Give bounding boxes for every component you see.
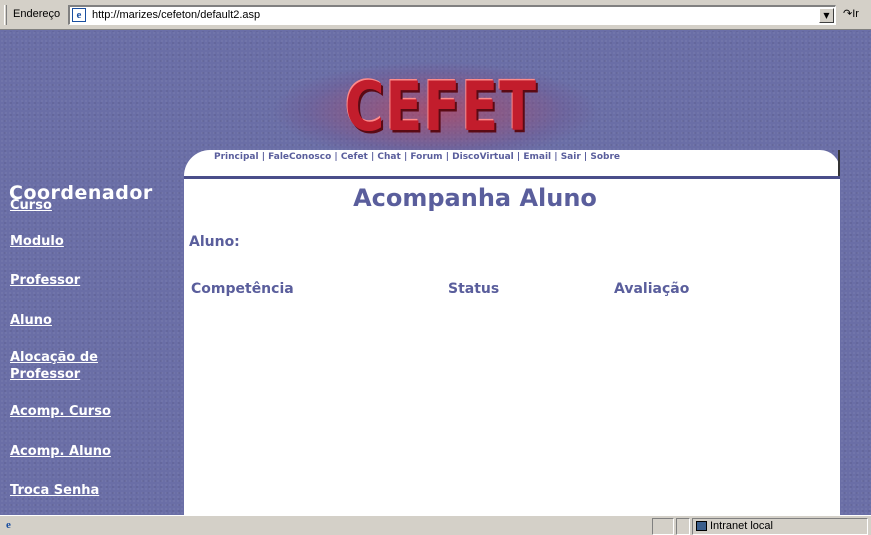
column-header-competencia: Competência [191,281,294,297]
address-url[interactable]: http://marizes/cefeton/default2.asp [92,9,260,21]
nav-link-sobre[interactable]: Sobre [590,152,620,162]
page-title: Acompanha Aluno [353,184,597,212]
sidebar-item-acomp-aluno[interactable]: Acomp. Aluno [10,443,111,460]
go-label: Ir [852,8,859,20]
address-bar: Endereço e http://marizes/cefeton/defaul… [0,0,871,30]
ie-status-icon: e [6,519,11,531]
sidebar-item-alocacao-professor[interactable]: Alocação de Professor [10,349,140,383]
ie-page-icon: e [72,8,86,22]
aluno-label: Aluno: [189,234,240,250]
status-cell [676,518,690,535]
address-dropdown-icon[interactable]: ▼ [819,8,834,23]
status-zone-text: Intranet local [710,520,773,532]
nav-link-email[interactable]: Email [523,152,551,162]
address-label: Endereço [13,8,61,20]
address-field[interactable]: e http://marizes/cefeton/default2.asp ▼ [68,5,836,25]
sidebar-item-aluno[interactable]: Aluno [10,312,52,329]
nav-link-forum[interactable]: Forum [410,152,442,162]
sidebar-item-professor[interactable]: Professor [10,272,80,289]
column-header-status: Status [448,281,500,297]
cefet-online-logo: CEFET ONLINE [324,67,557,225]
nav-link-cefet[interactable]: Cefet [341,152,368,162]
intranet-zone-icon [696,521,707,531]
sidebar-item-troca-senha[interactable]: Troca Senha [10,482,99,499]
nav-link-chat[interactable]: Chat [377,152,400,162]
nav-link-principal[interactable]: Principal [214,152,259,162]
go-arrow-icon: ↷ [843,8,853,20]
sidebar-item-modulo[interactable]: Modulo [10,233,64,250]
top-nav-links: Principal | FaleConosco | Cefet | Chat |… [214,152,620,162]
top-nav: Principal | FaleConosco | Cefet | Chat |… [184,150,840,180]
nav-link-sair[interactable]: Sair [561,152,581,162]
go-button[interactable]: ↷Ir [843,7,859,20]
toolbar-grip[interactable] [4,5,7,25]
sidebar-item-acomp-curso[interactable]: Acomp. Curso [10,403,111,420]
nav-link-faleconosco[interactable]: FaleConosco [268,152,331,162]
main-content: Acompanha Aluno Aluno: Competência Statu… [184,179,840,515]
status-bar: e Intranet local [0,515,871,535]
sidebar-item-curso[interactable]: Curso [10,197,52,214]
column-header-avaliacao: Avaliação [614,281,690,297]
nav-link-discovirtual[interactable]: DiscoVirtual [452,152,514,162]
status-cell [652,518,674,535]
